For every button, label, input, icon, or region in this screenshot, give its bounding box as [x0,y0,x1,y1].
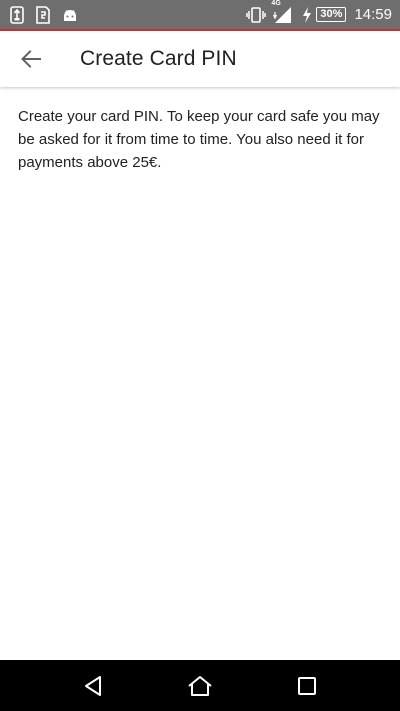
sim-icon [36,5,50,24]
back-triangle-icon [85,675,102,696]
status-notifications [10,5,90,24]
clock: 14:59 [354,6,392,23]
nav-home-button[interactable] [176,662,224,710]
network-label: 4G [271,0,281,7]
recents-icon [297,676,316,695]
navigation-bar [0,660,400,711]
nav-recents-button[interactable] [283,662,331,710]
android-icon [62,7,78,23]
screen: 4G 30% 14:59 Create Card PIN Create your… [0,0,400,711]
usb-icon [10,5,24,24]
nav-back-button[interactable] [69,662,117,710]
back-button[interactable] [9,37,53,81]
pin-description: Create your card PIN. To keep your card … [18,108,380,171]
battery-indicator: 30% [316,7,347,22]
page-title: Create Card PIN [80,47,237,70]
app-bar: Create Card PIN [0,31,400,87]
vibrate-icon [246,6,267,23]
signal-icon: 4G [271,0,292,24]
status-bar: 4G 30% 14:59 [0,0,400,29]
charging-icon [302,6,312,23]
home-icon [188,675,212,696]
arrow-back-icon [21,50,41,68]
status-system: 4G 30% 14:59 [240,0,392,24]
